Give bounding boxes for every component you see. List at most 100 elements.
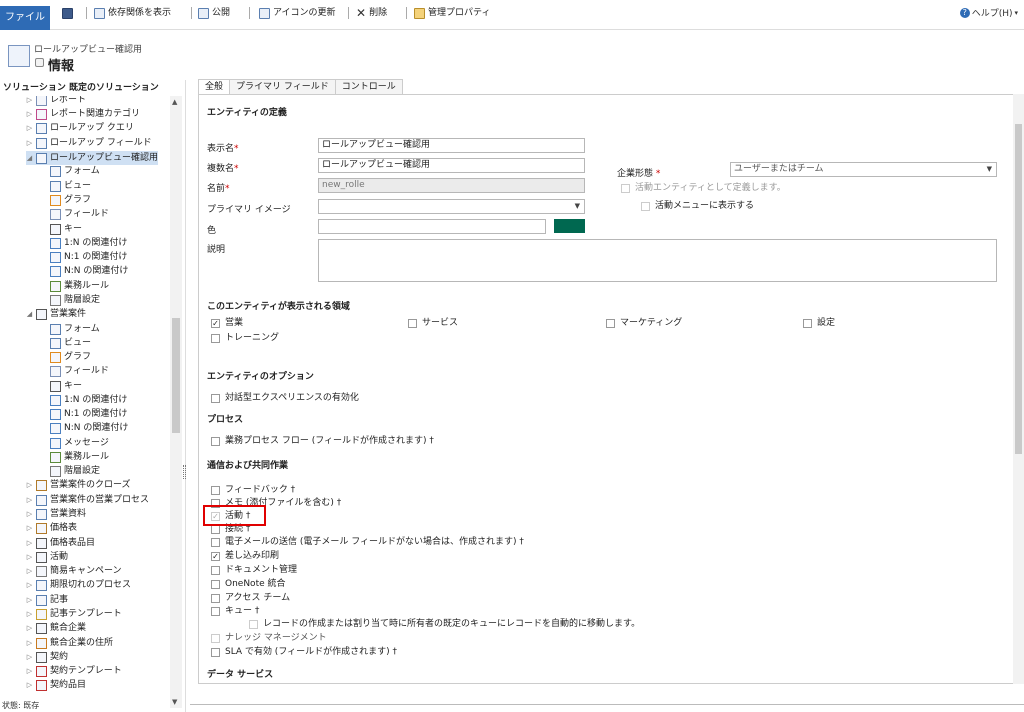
expand-toggle-icon[interactable]: ◢ — [26, 151, 33, 165]
expand-toggle-icon[interactable]: ▷ — [26, 96, 33, 107]
expand-toggle-icon[interactable]: ▷ — [26, 136, 33, 150]
expand-toggle-icon[interactable]: ▷ — [26, 664, 33, 678]
sla-checkbox[interactable]: SLA で有効 (フィールドが作成されます) † — [211, 646, 397, 658]
expand-toggle-icon[interactable]: ▷ — [26, 507, 33, 521]
tree-item[interactable]: ▷ 競合企業の住所 — [26, 636, 113, 650]
tree-item[interactable]: ▷ 契約品目 — [26, 678, 86, 692]
tree-item[interactable]: ▷ 期限切れのプロセス — [26, 578, 131, 592]
tree-item[interactable]: ▷ 競合企業 — [26, 621, 86, 635]
tab-primary-field[interactable]: プライマリ フィールド — [229, 79, 336, 94]
expand-toggle-icon[interactable]: ▷ — [26, 607, 33, 621]
tree-item[interactable]: グラフ — [50, 350, 91, 364]
expand-toggle-icon[interactable]: ▷ — [26, 650, 33, 664]
help-menu[interactable]: ? ヘルプ(H) ▾ — [959, 6, 1018, 19]
expand-toggle-icon[interactable]: ▷ — [26, 493, 33, 507]
tree-item[interactable]: ビュー — [50, 179, 91, 193]
tree-item[interactable]: キー — [50, 379, 82, 393]
publish-button[interactable]: 公開 — [198, 6, 230, 20]
send-email-checkbox[interactable]: 電子メールの送信 (電子メール フィールドがない場合は、作成されます) † — [211, 536, 524, 548]
expand-toggle-icon[interactable]: ◢ — [26, 307, 33, 321]
area-settings-checkbox[interactable]: 設定 — [803, 317, 835, 329]
interactive-experience-checkbox[interactable]: 対話型エクスペリエンスの有効化 — [211, 392, 359, 404]
tree-item[interactable]: ▷ 価格表品目 — [26, 536, 95, 550]
tree-item[interactable]: ▷ レポート関連カテゴリ — [26, 107, 140, 121]
tree-item[interactable]: N:1 の関連付け — [50, 250, 127, 264]
pane-splitter[interactable] — [183, 465, 186, 479]
show-dependencies-button[interactable]: 依存関係を表示 — [94, 6, 171, 20]
managed-properties-button[interactable]: 管理プロパティ — [414, 6, 490, 20]
color-input[interactable] — [318, 219, 546, 234]
tree-item[interactable]: 1:N の関連付け — [50, 236, 127, 250]
area-service-checkbox[interactable]: サービス — [408, 317, 458, 329]
business-process-flow-checkbox[interactable]: 業務プロセス フロー (フィールドが作成されます) † — [211, 435, 434, 447]
tree-item[interactable]: 1:N の関連付け — [50, 393, 127, 407]
tree-item[interactable]: ◢ ロールアップビュー確認用 — [26, 151, 159, 165]
tree-item[interactable]: フォーム — [50, 164, 100, 178]
expand-toggle-icon[interactable]: ▷ — [26, 564, 33, 578]
tree-item[interactable]: ▷ ロールアップ フィールド — [26, 136, 152, 150]
expand-toggle-icon[interactable]: ▷ — [26, 678, 33, 692]
mail-merge-checkbox[interactable]: ✓ 差し込み印刷 — [211, 550, 279, 562]
primary-image-select[interactable]: ▼ — [318, 199, 585, 214]
scroll-up-icon[interactable]: ▲ — [172, 98, 177, 106]
tree-item[interactable]: ▷ 価格表 — [26, 521, 77, 535]
tree-item[interactable]: 階層設定 — [50, 464, 100, 478]
expand-toggle-icon[interactable]: ▷ — [26, 593, 33, 607]
tree-item[interactable]: ▷ レポート — [26, 96, 86, 107]
area-training-checkbox[interactable]: トレーニング — [211, 332, 279, 344]
expand-toggle-icon[interactable]: ▷ — [26, 550, 33, 564]
sidebar-scroll-thumb[interactable] — [172, 318, 180, 433]
tree-item[interactable]: ▷ 契約 — [26, 650, 68, 664]
save-button[interactable] — [62, 6, 73, 20]
expand-toggle-icon[interactable]: ▷ — [26, 578, 33, 592]
tree-item[interactable]: グラフ — [50, 193, 91, 207]
description-textarea[interactable] — [318, 239, 997, 282]
tree-item[interactable]: N:N の関連付け — [50, 421, 128, 435]
tree-item[interactable]: ▷ 営業案件の営業プロセス — [26, 493, 149, 507]
access-teams-checkbox[interactable]: アクセス チーム — [211, 592, 290, 604]
tree-item[interactable]: ▷ 契約テンプレート — [26, 664, 122, 678]
area-marketing-checkbox[interactable]: マーケティング — [606, 317, 682, 329]
display-name-input[interactable]: ロールアップビュー確認用 — [318, 138, 585, 153]
sidebar-scrollbar[interactable]: ▲ ▼ — [170, 96, 182, 708]
tree-item[interactable]: ビュー — [50, 336, 91, 350]
tree-item[interactable]: ▷ 活動 — [26, 550, 68, 564]
tree-item[interactable]: ▷ 営業資料 — [26, 507, 86, 521]
expand-toggle-icon[interactable]: ▷ — [26, 478, 33, 492]
tab-controls[interactable]: コントロール — [334, 79, 403, 94]
delete-button[interactable]: ✕ 削除 — [356, 6, 387, 20]
tree-item[interactable]: フィールド — [50, 207, 109, 221]
scroll-down-icon[interactable]: ▼ — [172, 698, 177, 706]
tree-item[interactable]: 業務ルール — [50, 450, 109, 464]
file-button[interactable]: ファイル — [0, 6, 50, 30]
tree-item[interactable]: メッセージ — [50, 436, 109, 450]
expand-toggle-icon[interactable]: ▷ — [26, 107, 33, 121]
expand-toggle-icon[interactable]: ▷ — [26, 521, 33, 535]
queues-checkbox[interactable]: キュー † — [211, 605, 259, 617]
content-scroll-thumb[interactable] — [1015, 124, 1022, 454]
expand-toggle-icon[interactable]: ▷ — [26, 636, 33, 650]
expand-toggle-icon[interactable]: ▷ — [26, 121, 33, 135]
tree-item[interactable]: N:1 の関連付け — [50, 407, 127, 421]
document-management-checkbox[interactable]: ドキュメント管理 — [211, 564, 297, 576]
tree-item[interactable]: ▷ 記事 — [26, 593, 68, 607]
tree-item[interactable]: ▷ 営業案件のクローズ — [26, 478, 131, 492]
tree-item[interactable]: N:N の関連付け — [50, 264, 128, 278]
tree-item[interactable]: 業務ルール — [50, 279, 109, 293]
ownership-select[interactable]: ユーザーまたはチーム ▼ — [730, 162, 997, 177]
tab-general[interactable]: 全般 — [198, 79, 231, 94]
tree-item[interactable]: 階層設定 — [50, 293, 100, 307]
color-swatch[interactable] — [554, 219, 585, 233]
tree-item[interactable]: フィールド — [50, 364, 109, 378]
content-scrollbar[interactable] — [1013, 94, 1024, 684]
area-sales-checkbox[interactable]: ✓ 営業 — [211, 317, 243, 329]
expand-toggle-icon[interactable]: ▷ — [26, 621, 33, 635]
tree-item[interactable]: ▷ 簡易キャンペーン — [26, 564, 122, 578]
tree-item[interactable]: ◢ 営業案件 — [26, 307, 86, 321]
update-icons-button[interactable]: アイコンの更新 — [259, 6, 336, 20]
tree-item[interactable]: ▷ ロールアップ クエリ — [26, 121, 134, 135]
tree-item[interactable]: ▷ 記事テンプレート — [26, 607, 122, 621]
onenote-checkbox[interactable]: OneNote 統合 — [211, 578, 286, 590]
feedback-checkbox[interactable]: フィードバック † — [211, 484, 295, 496]
tree-item[interactable]: キー — [50, 222, 82, 236]
